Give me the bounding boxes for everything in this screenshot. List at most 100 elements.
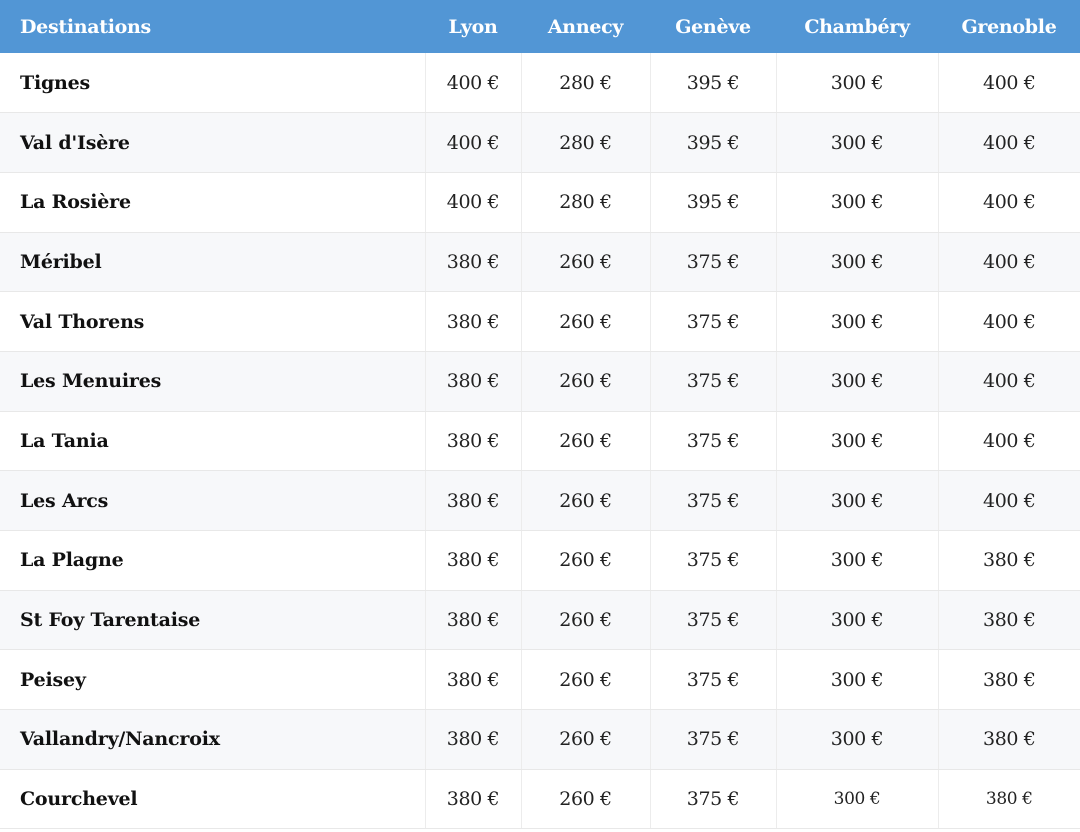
table-body: Tignes 400 € 280 € 395 € 300 € 400 € Val… bbox=[0, 53, 1080, 830]
price-cell-chambery: 300 € bbox=[776, 590, 939, 651]
table-row: Val d'Isère 400 € 280 € 395 € 300 € 400 … bbox=[0, 112, 1080, 173]
price-cell-geneve: 375 € bbox=[650, 709, 777, 770]
price-cell-chambery: 300 € bbox=[776, 53, 939, 114]
price-cell-geneve: 375 € bbox=[650, 530, 777, 591]
price-cell-chambery: 300 € bbox=[776, 112, 939, 173]
price-cell-annecy: 280 € bbox=[521, 112, 651, 173]
price-cell-geneve: 375 € bbox=[650, 351, 777, 412]
price-cell-grenoble: 400 € bbox=[938, 232, 1080, 293]
price-cell-lyon: 380 € bbox=[425, 470, 522, 531]
price-cell-annecy: 260 € bbox=[521, 411, 651, 472]
price-cell-grenoble: 400 € bbox=[938, 53, 1080, 114]
price-cell-lyon: 400 € bbox=[425, 172, 522, 233]
price-cell-annecy: 280 € bbox=[521, 53, 651, 114]
table-row: La Rosière 400 € 280 € 395 € 300 € 400 € bbox=[0, 172, 1080, 233]
destination-cell: Peisey bbox=[0, 649, 426, 711]
price-cell-lyon: 380 € bbox=[425, 530, 522, 591]
price-cell-annecy: 260 € bbox=[521, 351, 651, 412]
price-cell-geneve: 375 € bbox=[650, 769, 777, 830]
price-cell-grenoble: 400 € bbox=[938, 470, 1080, 531]
price-cell-geneve: 375 € bbox=[650, 470, 777, 531]
price-cell-chambery: 300 € bbox=[776, 232, 939, 293]
table-row: Tignes 400 € 280 € 395 € 300 € 400 € bbox=[0, 53, 1080, 114]
price-cell-grenoble: 380 € bbox=[938, 769, 1080, 830]
price-cell-annecy: 260 € bbox=[521, 291, 651, 352]
price-cell-geneve: 375 € bbox=[650, 411, 777, 472]
price-cell-grenoble: 380 € bbox=[938, 530, 1080, 591]
price-cell-chambery: 300 € bbox=[776, 351, 939, 412]
price-cell-grenoble: 400 € bbox=[938, 411, 1080, 472]
destination-cell: Courchevel bbox=[0, 769, 426, 830]
price-cell-annecy: 260 € bbox=[521, 530, 651, 591]
price-cell-grenoble: 380 € bbox=[938, 709, 1080, 770]
price-cell-grenoble: 400 € bbox=[938, 172, 1080, 233]
price-cell-lyon: 380 € bbox=[425, 590, 522, 651]
table-row: La Tania 380 € 260 € 375 € 300 € 400 € bbox=[0, 411, 1080, 472]
table-row: La Plagne 380 € 260 € 375 € 300 € 380 € bbox=[0, 530, 1080, 591]
price-cell-annecy: 260 € bbox=[521, 590, 651, 651]
price-cell-lyon: 400 € bbox=[425, 53, 522, 114]
destination-cell: Tignes bbox=[0, 53, 426, 114]
destination-cell: La Rosière bbox=[0, 172, 426, 233]
table-row: Les Menuires 380 € 260 € 375 € 300 € 400… bbox=[0, 351, 1080, 412]
price-cell-lyon: 380 € bbox=[425, 232, 522, 293]
price-cell-grenoble: 400 € bbox=[938, 291, 1080, 352]
price-cell-grenoble: 380 € bbox=[938, 649, 1080, 711]
destination-cell: La Plagne bbox=[0, 530, 426, 591]
price-cell-grenoble: 380 € bbox=[938, 590, 1080, 651]
price-cell-chambery: 300 € bbox=[776, 530, 939, 591]
price-cell-lyon: 380 € bbox=[425, 411, 522, 472]
destination-cell: Les Arcs bbox=[0, 470, 426, 531]
price-cell-annecy: 260 € bbox=[521, 769, 651, 830]
price-cell-chambery: 300 € bbox=[776, 769, 939, 830]
price-cell-lyon: 400 € bbox=[425, 112, 522, 173]
price-cell-grenoble: 400 € bbox=[938, 112, 1080, 173]
price-cell-chambery: 300 € bbox=[776, 291, 939, 352]
destination-cell: La Tania bbox=[0, 411, 426, 472]
price-cell-lyon: 380 € bbox=[425, 769, 522, 830]
destination-cell: Vallandry/Nancroix bbox=[0, 709, 426, 770]
destination-cell: Val Thorens bbox=[0, 291, 426, 352]
table-row: Vallandry/Nancroix 380 € 260 € 375 € 300… bbox=[0, 709, 1080, 770]
price-cell-geneve: 375 € bbox=[650, 291, 777, 352]
price-cell-annecy: 260 € bbox=[521, 232, 651, 293]
price-cell-geneve: 395 € bbox=[650, 172, 777, 233]
price-cell-chambery: 300 € bbox=[776, 411, 939, 472]
price-cell-geneve: 395 € bbox=[650, 53, 777, 114]
price-cell-chambery: 300 € bbox=[776, 709, 939, 770]
table-row: St Foy Tarentaise 380 € 260 € 375 € 300 … bbox=[0, 590, 1080, 651]
price-cell-geneve: 375 € bbox=[650, 590, 777, 651]
price-cell-lyon: 380 € bbox=[425, 709, 522, 770]
price-cell-grenoble: 400 € bbox=[938, 351, 1080, 412]
price-cell-lyon: 380 € bbox=[425, 351, 522, 412]
price-cell-annecy: 260 € bbox=[521, 470, 651, 531]
price-cell-annecy: 280 € bbox=[521, 172, 651, 233]
table-header: Destinations Lyon Annecy Genève Chambéry… bbox=[0, 0, 1080, 53]
price-cell-chambery: 300 € bbox=[776, 649, 939, 711]
price-cell-geneve: 375 € bbox=[650, 232, 777, 293]
header-destinations: Destinations bbox=[20, 15, 151, 38]
table-row: Méribel 380 € 260 € 375 € 300 € 400 € bbox=[0, 232, 1080, 293]
price-cell-chambery: 300 € bbox=[776, 172, 939, 233]
header-lyon: Lyon bbox=[448, 15, 498, 38]
price-cell-geneve: 395 € bbox=[650, 112, 777, 173]
destination-cell: Val d'Isère bbox=[0, 112, 426, 173]
destination-cell: Méribel bbox=[0, 232, 426, 293]
header-chambery: Chambéry bbox=[804, 15, 910, 38]
table-row: Peisey 380 € 260 € 375 € 300 € 380 € bbox=[0, 649, 1080, 711]
header-grenoble: Grenoble bbox=[961, 15, 1057, 38]
destination-cell: Les Menuires bbox=[0, 351, 426, 412]
price-cell-annecy: 260 € bbox=[521, 649, 651, 711]
price-cell-geneve: 375 € bbox=[650, 649, 777, 711]
header-row: Destinations Lyon Annecy Genève Chambéry… bbox=[0, 0, 1080, 53]
table-row: Les Arcs 380 € 260 € 375 € 300 € 400 € bbox=[0, 470, 1080, 531]
price-table: Destinations Lyon Annecy Genève Chambéry… bbox=[0, 0, 1080, 830]
price-cell-chambery: 300 € bbox=[776, 470, 939, 531]
destination-cell: St Foy Tarentaise bbox=[0, 590, 426, 651]
price-cell-lyon: 380 € bbox=[425, 649, 522, 711]
header-geneve: Genève bbox=[675, 15, 751, 38]
price-cell-lyon: 380 € bbox=[425, 291, 522, 352]
price-cell-annecy: 260 € bbox=[521, 709, 651, 770]
table-row: Val Thorens 380 € 260 € 375 € 300 € 400 … bbox=[0, 291, 1080, 352]
header-annecy: Annecy bbox=[547, 15, 624, 38]
